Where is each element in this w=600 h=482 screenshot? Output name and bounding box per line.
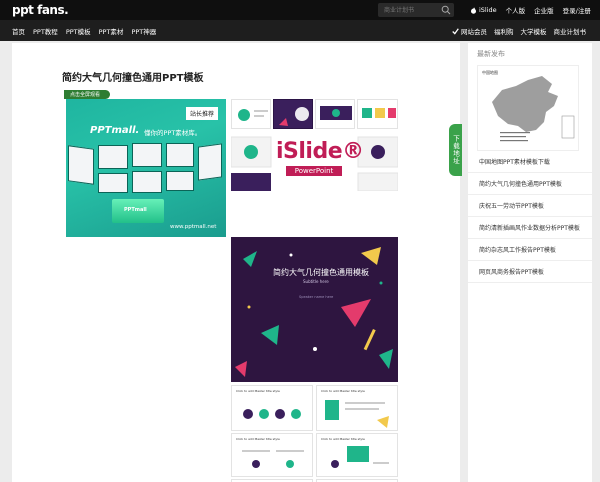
cover-subtitle: Subtitle here — [303, 279, 329, 284]
promo-screen — [132, 171, 162, 193]
map-label: 中国地图 — [482, 70, 498, 75]
top-bar: ppt fans. iSlide 个人版 企业版 登录/注册 — [0, 0, 600, 20]
promo-screen — [198, 143, 222, 181]
slide-thumbnail[interactable]: Click to add Master title style — [316, 433, 398, 477]
slide-thumbnail[interactable]: Click to add Master title style — [231, 385, 313, 431]
fullscreen-button[interactable]: 点击全屏观看 — [64, 90, 111, 99]
apple-icon — [470, 7, 477, 14]
search-icon[interactable] — [441, 5, 451, 15]
slide-thumbnail[interactable] — [357, 99, 398, 129]
slide-graphic — [238, 109, 268, 121]
top-link-islide[interactable]: iSlide — [470, 5, 497, 15]
slide-graphic — [320, 106, 352, 120]
slide-thumbnail[interactable]: Click to add Master title style — [231, 433, 313, 477]
nav-item-materials[interactable]: PPT素材 — [99, 26, 124, 36]
slide-thumbnail[interactable] — [273, 99, 313, 129]
slide-headline: Click to add Master title style — [321, 437, 365, 441]
nav-right: 网站会员 福利购 大学模板 商业计划书 — [452, 26, 586, 36]
sidebar: 最新发布 中国地图 中国地图PPT素材模板下载 简约大气几何撞色通用PPT模板 … — [468, 43, 592, 482]
search-input[interactable] — [384, 5, 438, 15]
nav-item-tools[interactable]: PPT神器 — [131, 26, 156, 36]
slide-thumbnail[interactable] — [231, 99, 271, 129]
slide-graphic — [279, 107, 309, 126]
top-link-enterprise[interactable]: 企业版 — [534, 5, 554, 15]
promo-screen — [98, 145, 128, 169]
check-icon — [452, 27, 459, 35]
promo-box-label: PPTmall — [124, 207, 147, 213]
cover-slide[interactable]: 简约大气几何撞色通用模板 Subtitle here Speaker name … — [231, 237, 398, 382]
download-tab-label: 下载地址 — [451, 135, 460, 165]
promo-banner[interactable]: 站长推荐 PPTmall. 懂你的PPT素材库。 PPTmall www.ppt… — [66, 99, 226, 237]
cover-note: Speaker name here — [299, 295, 334, 299]
top-link-login[interactable]: 登录/注册 — [563, 5, 591, 15]
sidebar-item[interactable]: 网页风商务报告PPT模板 — [468, 261, 592, 283]
download-tab[interactable]: 下载地址 — [449, 124, 462, 176]
slide-thumbnail[interactable]: Click to add Master title style — [316, 385, 398, 431]
promo-box: PPTmall — [112, 199, 164, 223]
cover-geometry — [235, 247, 393, 377]
promo-screen — [166, 171, 194, 191]
map-thumbnail[interactable]: 中国地图 — [477, 65, 579, 151]
cover-title: 简约大气几何撞色通用模板 — [273, 268, 369, 277]
promo-screen — [68, 145, 94, 185]
main-nav: 首页 PPT教程 PPT模板 PPT素材 PPT神器 网站会员 福利购 大学模板… — [0, 20, 600, 41]
sidebar-list: 中国地图PPT素材模板下载 简约大气几何撞色通用PPT模板 庆祝五一劳动节PPT… — [468, 151, 592, 283]
recommend-badge: 站长推荐 — [186, 107, 219, 120]
slide-thumbnail[interactable] — [315, 99, 355, 129]
nav-item-welfare[interactable]: 福利购 — [494, 26, 514, 36]
top-links: iSlide 个人版 企业版 登录/注册 — [470, 5, 591, 15]
nav-item-tutorials[interactable]: PPT教程 — [33, 26, 58, 36]
china-map-graphic — [492, 76, 575, 142]
slide-headline: Click to add Master title style — [236, 437, 280, 441]
promo-screen — [98, 173, 128, 193]
slide-headline: Click to add Master title style — [321, 389, 365, 393]
nav-item-label: 网站会员 — [461, 28, 487, 36]
islide-title: iSlide® — [276, 139, 364, 164]
site-logo[interactable]: ppt fans. — [12, 3, 69, 17]
sidebar-title: 最新发布 — [477, 50, 505, 58]
search-box[interactable] — [378, 3, 454, 17]
promo-screen — [132, 143, 162, 167]
sidebar-item[interactable]: 庆祝五一劳动节PPT模板 — [468, 195, 592, 217]
promo-tagline: 懂你的PPT素材库。 — [144, 129, 202, 137]
sidebar-item[interactable]: 简约清新插画风作业数据分析PPT模板 — [468, 217, 592, 239]
slide-graphic — [362, 108, 396, 118]
nav-item-templates[interactable]: PPT模板 — [66, 26, 91, 36]
nav-left: 首页 PPT教程 PPT模板 PPT素材 PPT神器 — [12, 26, 156, 36]
slide-headline: Click to add Master title style — [236, 389, 280, 393]
promo-screen — [166, 143, 194, 167]
sidebar-item[interactable]: 简约大气几何撞色通用PPT模板 — [468, 173, 592, 195]
nav-item-home[interactable]: 首页 — [12, 26, 25, 36]
page-title: 简约大气几何撞色通用PPT模板 — [62, 73, 204, 84]
nav-item-university[interactable]: 大学模板 — [521, 26, 547, 36]
promo-url: www.pptmall.net — [170, 224, 217, 230]
promo-brand: PPTmall. — [90, 125, 140, 136]
slide-preview-strip: iSlide® PowerPoint 简约大气几何撞色通用模板 Subtitle… — [231, 99, 399, 482]
islide-banner: iSlide® PowerPoint — [276, 139, 364, 179]
slide-thumbnail[interactable]: iSlide® PowerPoint — [231, 131, 398, 191]
nav-item-membership[interactable]: 网站会员 — [452, 26, 487, 36]
nav-item-business-plan[interactable]: 商业计划书 — [554, 26, 587, 36]
sidebar-item[interactable]: 简约杂志风工作报告PPT模板 — [468, 239, 592, 261]
top-link-label: iSlide — [479, 6, 497, 14]
islide-subtitle: PowerPoint — [286, 166, 342, 176]
main-content: 简约大气几何撞色通用PPT模板 点击全屏观看 站长推荐 PPTmall. 懂你的… — [12, 43, 460, 482]
top-link-personal[interactable]: 个人版 — [506, 5, 526, 15]
sidebar-item[interactable]: 中国地图PPT素材模板下载 — [468, 151, 592, 173]
